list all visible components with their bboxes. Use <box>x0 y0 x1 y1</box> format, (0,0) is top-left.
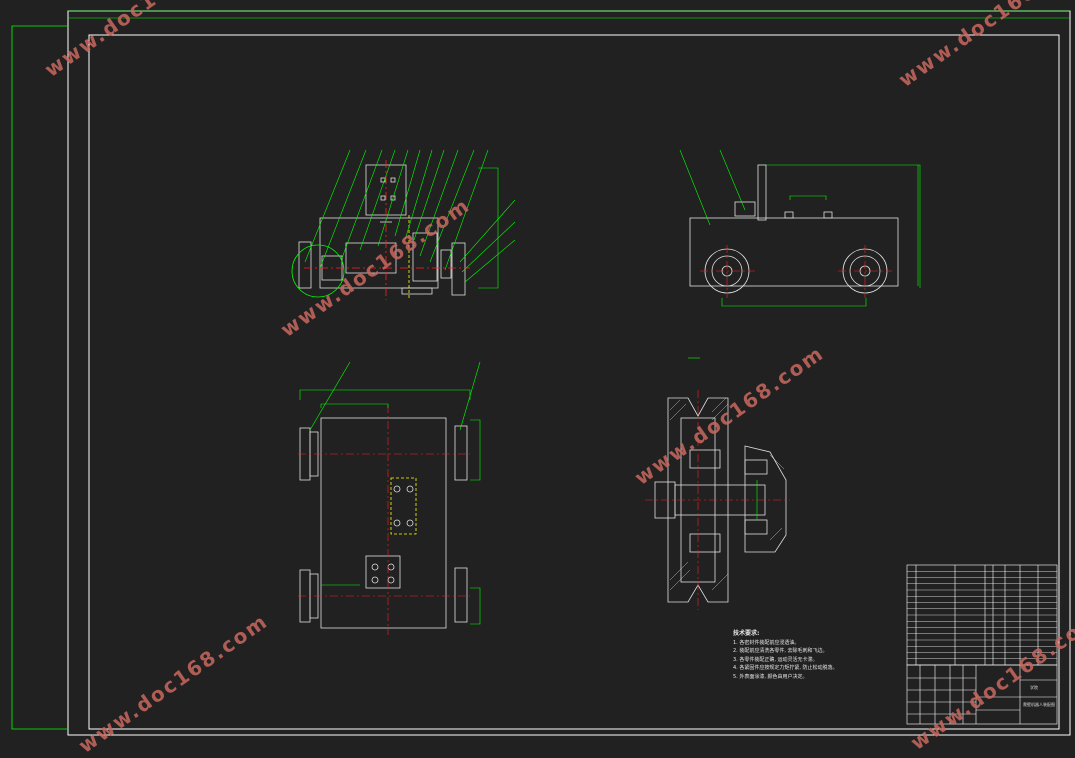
technical-note-4: 4. 各紧固件应按规定力矩拧紧, 防止松动脱落。 <box>733 665 838 671</box>
front-view <box>291 149 516 300</box>
technical-note-1: 1. 各密封件装配前应浸透油。 <box>733 639 800 646</box>
technical-note-5: 5. 外表面涂漆, 颜色由用户决定。 <box>733 673 808 680</box>
cad-drawing-canvas <box>11 10 1071 736</box>
drawing-frame <box>11 10 1071 736</box>
company-name: 学院 <box>1030 685 1038 690</box>
side-view <box>679 149 921 307</box>
drawing-name: 爬壁机器人装配图 <box>1023 702 1055 707</box>
technical-notes-title: 技术要求: <box>733 630 760 637</box>
technical-note-2: 2. 装配前应清洗各零件, 去除毛刺和飞边。 <box>733 648 828 654</box>
technical-notes: 技术要求: 1. 各密封件装配前应浸透油。 2. 装配前应清洗各零件, 去除毛刺… <box>733 630 838 681</box>
top-view <box>298 361 481 635</box>
technical-note-3: 3. 各零件装配正确, 运动灵活无卡滞。 <box>733 656 818 663</box>
